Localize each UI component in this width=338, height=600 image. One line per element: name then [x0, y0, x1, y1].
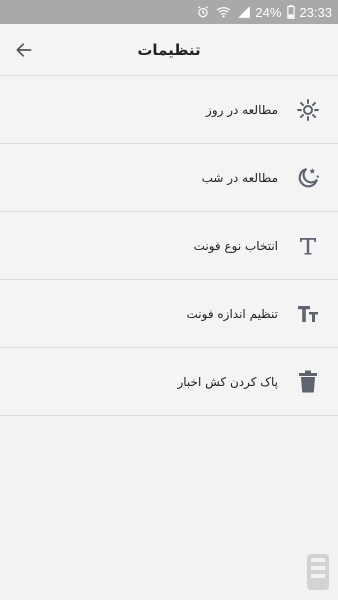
setting-clear-cache[interactable]: پاک کردن کش اخبار [0, 348, 338, 416]
wifi-icon [216, 5, 231, 19]
setting-font-type[interactable]: انتخاب نوع فونت [0, 212, 338, 280]
setting-label: مطالعه در روز [206, 102, 278, 117]
app-bar: تنظیمات [0, 24, 338, 76]
page-title: تنظیمات [137, 40, 201, 59]
alarm-icon [196, 5, 210, 19]
setting-night-reading[interactable]: مطالعه در شب [0, 144, 338, 212]
text-size-icon [294, 300, 322, 328]
setting-label: مطالعه در شب [201, 170, 278, 185]
setting-day-reading[interactable]: مطالعه در روز [0, 76, 338, 144]
battery-percent: 24% [255, 4, 282, 20]
setting-font-size[interactable]: تنظیم اندازه فونت [0, 280, 338, 348]
setting-label: پاک کردن کش اخبار [177, 374, 278, 389]
arrow-left-icon [16, 43, 32, 57]
app-store-watermark-icon [304, 552, 332, 592]
signal-icon [237, 5, 251, 19]
settings-list: مطالعه در روز مطالعه در شب انتخاب نوع فو… [0, 76, 338, 416]
setting-label: تنظیم اندازه فونت [186, 306, 279, 321]
battery-icon [287, 5, 296, 19]
setting-label: انتخاب نوع فونت [193, 238, 278, 253]
clock: 23:33 [299, 4, 332, 20]
status-bar: 24% 23:33 [0, 0, 338, 24]
moon-stars-icon [294, 164, 322, 192]
trash-icon [294, 368, 322, 396]
sun-brightness-icon [294, 96, 322, 124]
serif-t-icon [294, 232, 322, 260]
back-button[interactable] [12, 38, 36, 62]
